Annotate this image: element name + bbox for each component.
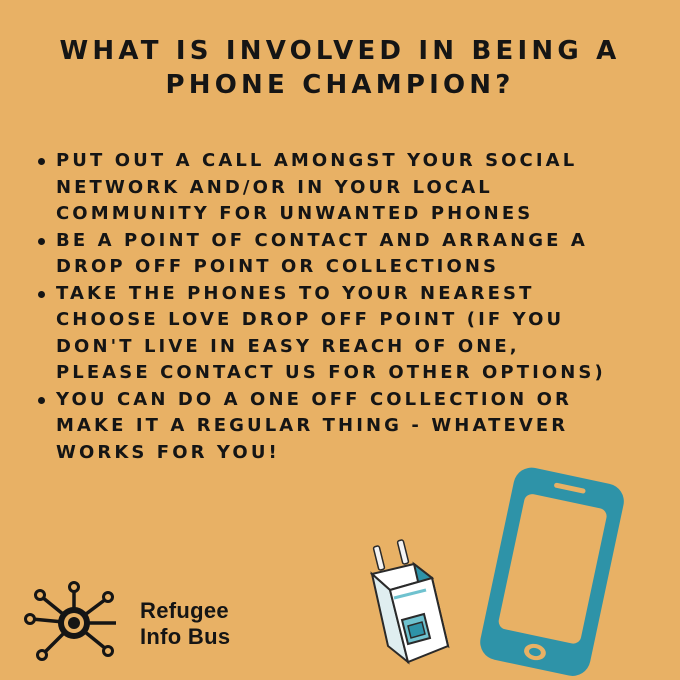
title-line-1: WHAT IS INVOLVED IN BEING A [59,36,621,66]
list-item-line: BE A POINT OF CONTACT AND ARRANGE A [56,229,588,251]
bullet-dot-icon [38,396,45,404]
list-item-line: COMMUNITY FOR UNWANTED PHONES [56,203,534,224]
brand-line-2: Info Bus [140,624,231,649]
list-item-line: PLEASE CONTACT US FOR OTHER OPTIONS) [56,362,606,383]
list-item: BE A POINT OF CONTACT AND ARRANGE A DROP… [34,228,674,281]
list-item-line: TAKE THE PHONES TO YOUR NEAREST [56,282,535,304]
list-item-line: WORKS FOR YOU! [56,441,280,463]
list-item: YOU CAN DO A ONE OFF COLLECTION OR MAKE … [34,387,674,467]
network-hub-icon [24,581,116,661]
title-line-2: PHONE CHAMPION? [165,70,515,100]
list-item: PUT OUT A CALL AMONGST YOUR SOCIAL NETWO… [34,148,674,228]
list-item-line: MAKE IT A REGULAR THING - WHATEVER [56,415,569,436]
page-title: WHAT IS INVOLVED IN BEING A PHONE CHAMPI… [0,34,680,102]
bullet-dot-icon [38,237,45,245]
list-item-line: YOU CAN DO A ONE OFF COLLECTION OR [56,388,572,410]
brand-name: Refugee Info Bus [140,598,230,650]
bullet-dot-icon [38,290,45,298]
list-item-line: DON'T LIVE IN EASY REACH OF ONE, [56,335,520,357]
list-item-line: PUT OUT A CALL AMONGST YOUR SOCIAL [56,150,578,171]
list-item-line: NETWORK AND/OR IN YOUR LOCAL [56,176,493,198]
smartphone-icon [480,467,624,676]
bullet-dot-icon [38,158,45,165]
list-item-line: CHOOSE LOVE DROP OFF POINT (IF YOU [56,309,565,330]
bullet-list: PUT OUT A CALL AMONGST YOUR SOCIAL NETWO… [34,148,674,466]
brand-line-1: Refugee [140,598,229,623]
list-item-line: DROP OFF POINT OR COLLECTIONS [56,256,500,277]
list-item: TAKE THE PHONES TO YOUR NEAREST CHOOSE L… [34,281,674,387]
charger-plug-icon [369,539,450,665]
